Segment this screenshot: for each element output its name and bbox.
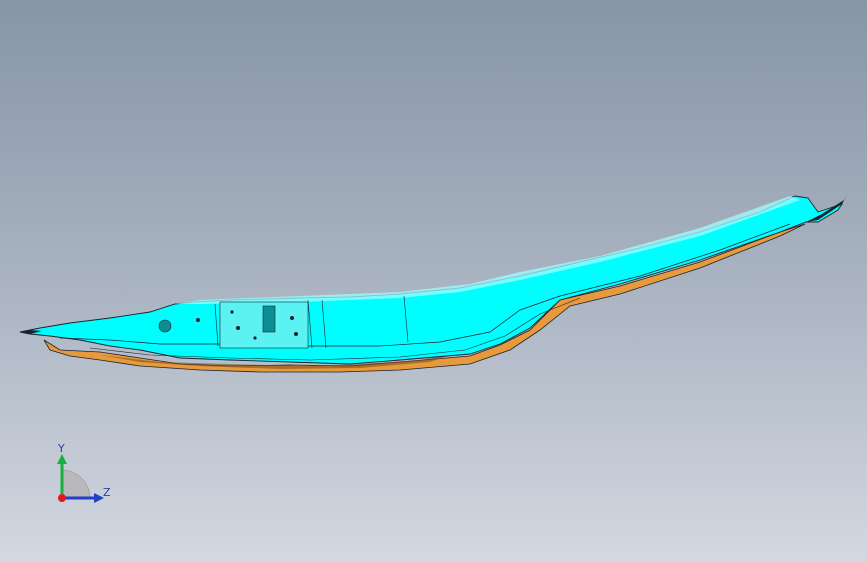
triad-z-label: Z [103, 486, 111, 499]
part-hole-small [230, 310, 234, 314]
cad-part-model[interactable] [0, 0, 867, 562]
part-hole-small [253, 336, 257, 340]
part-hole-small [236, 326, 240, 330]
part-hole-large [158, 319, 172, 333]
part-rail-body [19, 195, 844, 365]
part-hole-small [196, 318, 200, 322]
y-axis-arrowhead [57, 454, 67, 464]
triad-y-label: Y [58, 442, 65, 455]
part-hole-small [290, 316, 294, 320]
triad-plane-quadrant [61, 469, 91, 499]
part-slot [262, 305, 276, 333]
x-axis-dot [58, 494, 66, 502]
part-hole-small [294, 332, 298, 336]
3d-viewport[interactable]: Y Z [0, 0, 867, 562]
